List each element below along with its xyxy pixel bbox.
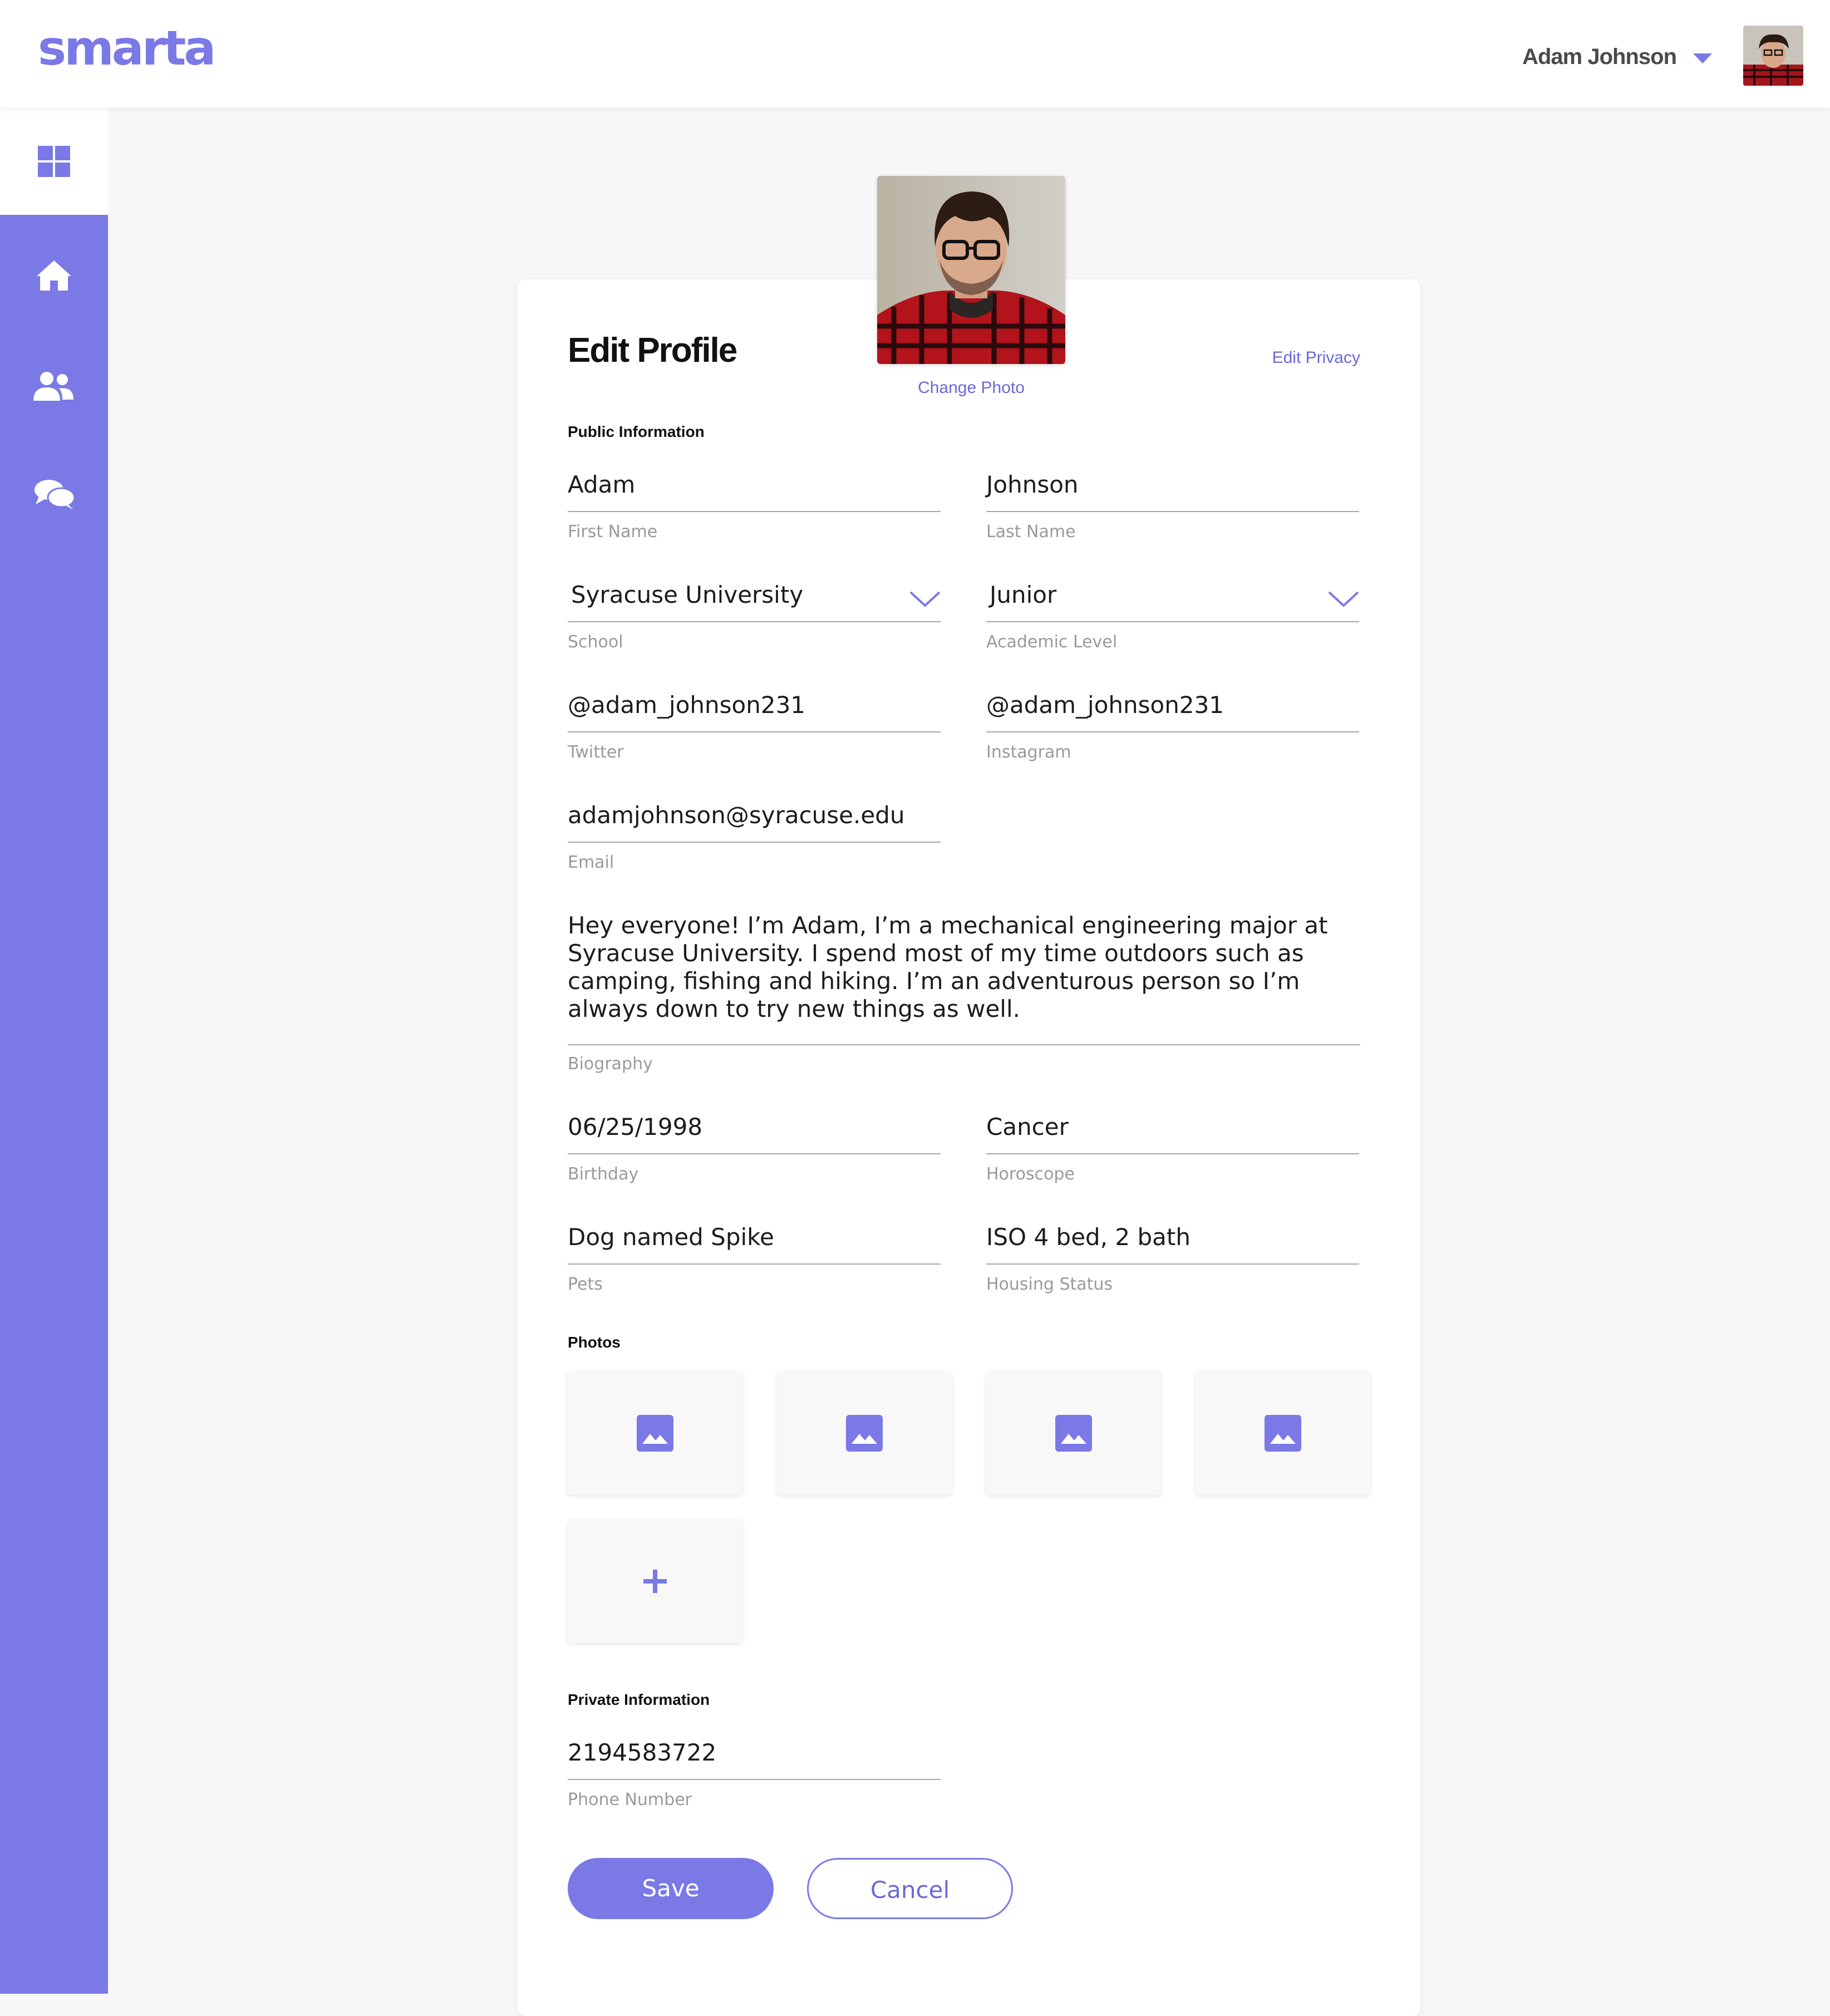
- first-name-field[interactable]: Adam First Name: [568, 471, 941, 554]
- birthday-input[interactable]: 06/25/1998: [568, 1113, 702, 1140]
- section-private-information: Private Information: [568, 1691, 710, 1708]
- last-name-field[interactable]: Johnson Last Name: [986, 471, 1359, 554]
- school-value[interactable]: Syracuse University: [571, 581, 803, 608]
- divider: [568, 842, 941, 843]
- divider: [986, 1153, 1359, 1154]
- horoscope-field[interactable]: Cancer Horoscope: [986, 1113, 1359, 1197]
- twitter-input[interactable]: @adam_johnson231: [568, 691, 805, 719]
- horoscope-label: Horoscope: [986, 1164, 1075, 1184]
- pets-label: Pets: [568, 1275, 603, 1294]
- academic-level-label: Academic Level: [986, 632, 1118, 652]
- avatar[interactable]: [1743, 26, 1803, 86]
- email-input[interactable]: adamjohnson@syracuse.edu: [568, 802, 905, 829]
- page-title: Edit Profile: [568, 331, 737, 370]
- photo-slot[interactable]: [986, 1371, 1161, 1495]
- housing-status-field[interactable]: ISO 4 bed, 2 bath Housing Status: [986, 1223, 1359, 1307]
- photo-slot[interactable]: [777, 1371, 952, 1495]
- chevron-down-icon[interactable]: [1328, 590, 1359, 608]
- instagram-label: Instagram: [986, 743, 1071, 762]
- profile-photo[interactable]: [877, 176, 1065, 364]
- image-icon: [1055, 1415, 1092, 1452]
- section-photos: Photos: [568, 1334, 621, 1351]
- divider: [986, 621, 1359, 622]
- image-icon: [846, 1415, 883, 1452]
- divider: [568, 621, 941, 622]
- photo-slot[interactable]: [1196, 1371, 1370, 1495]
- biography-field[interactable]: Hey everyone! I’m Adam, I’m a mechanical…: [568, 912, 1360, 1079]
- app-logo[interactable]: smarta: [38, 24, 216, 72]
- divider: [568, 731, 941, 732]
- sidebar-item-messages[interactable]: [0, 464, 108, 520]
- housing-status-input[interactable]: ISO 4 bed, 2 bath: [986, 1223, 1191, 1251]
- divider: [568, 1153, 941, 1154]
- first-name-label: First Name: [568, 522, 658, 542]
- cancel-button[interactable]: Cancel: [807, 1858, 1013, 1919]
- pets-field[interactable]: Dog named Spike Pets: [568, 1223, 941, 1307]
- biography-label: Biography: [568, 1054, 653, 1074]
- sidebar-item-friends[interactable]: [0, 356, 108, 412]
- change-photo-link[interactable]: Change Photo: [860, 378, 1083, 397]
- horoscope-input[interactable]: Cancer: [986, 1113, 1069, 1140]
- grid-icon: [38, 146, 70, 177]
- image-icon: [637, 1415, 673, 1452]
- twitter-label: Twitter: [568, 743, 624, 762]
- divider: [568, 511, 941, 512]
- biography-input[interactable]: Hey everyone! I’m Adam, I’m a mechanical…: [568, 912, 1360, 1023]
- instagram-input[interactable]: @adam_johnson231: [986, 691, 1224, 719]
- first-name-input[interactable]: Adam: [568, 471, 635, 498]
- phone-number-field[interactable]: 2194583722 Phone Number: [568, 1739, 941, 1822]
- image-icon: [1265, 1415, 1301, 1452]
- sidebar-item-home[interactable]: [0, 248, 108, 304]
- save-button[interactable]: Save: [568, 1858, 774, 1919]
- divider: [568, 1263, 941, 1265]
- email-field[interactable]: adamjohnson@syracuse.edu Email: [568, 802, 941, 885]
- chevron-down-icon[interactable]: [1693, 53, 1712, 65]
- last-name-input[interactable]: Johnson: [986, 471, 1079, 498]
- divider: [568, 1044, 1360, 1045]
- phone-number-input[interactable]: 2194583722: [568, 1739, 716, 1766]
- plus-icon: [643, 1570, 667, 1593]
- top-bar: smarta Adam Johnson: [0, 0, 1830, 107]
- instagram-field[interactable]: @adam_johnson231 Instagram: [986, 691, 1359, 775]
- sidebar: [0, 215, 108, 1994]
- divider: [986, 511, 1359, 512]
- email-label: Email: [568, 853, 614, 872]
- phone-number-label: Phone Number: [568, 1790, 692, 1810]
- divider: [986, 1263, 1359, 1265]
- section-public-information: Public Information: [568, 423, 705, 440]
- chevron-down-icon[interactable]: [909, 590, 941, 608]
- twitter-field[interactable]: @adam_johnson231 Twitter: [568, 691, 941, 775]
- photo-slot[interactable]: [568, 1371, 742, 1495]
- last-name-label: Last Name: [986, 522, 1076, 542]
- academic-level-select[interactable]: Junior Academic Level: [986, 581, 1359, 665]
- school-select[interactable]: Syracuse University School: [568, 581, 941, 665]
- home-icon: [37, 260, 71, 291]
- chat-icon: [35, 480, 76, 510]
- user-name[interactable]: Adam Johnson: [1521, 45, 1677, 70]
- pets-input[interactable]: Dog named Spike: [568, 1223, 774, 1251]
- birthday-field[interactable]: 06/25/1998 Birthday: [568, 1113, 941, 1197]
- divider: [986, 731, 1359, 732]
- edit-privacy-link[interactable]: Edit Privacy: [1224, 348, 1360, 367]
- school-label: School: [568, 632, 623, 652]
- add-photo-button[interactable]: [568, 1520, 742, 1643]
- divider: [568, 1779, 941, 1780]
- housing-status-label: Housing Status: [986, 1275, 1113, 1294]
- birthday-label: Birthday: [568, 1164, 639, 1184]
- academic-level-value[interactable]: Junior: [990, 581, 1056, 608]
- sidebar-item-dashboard[interactable]: [0, 107, 108, 215]
- users-icon: [33, 372, 73, 401]
